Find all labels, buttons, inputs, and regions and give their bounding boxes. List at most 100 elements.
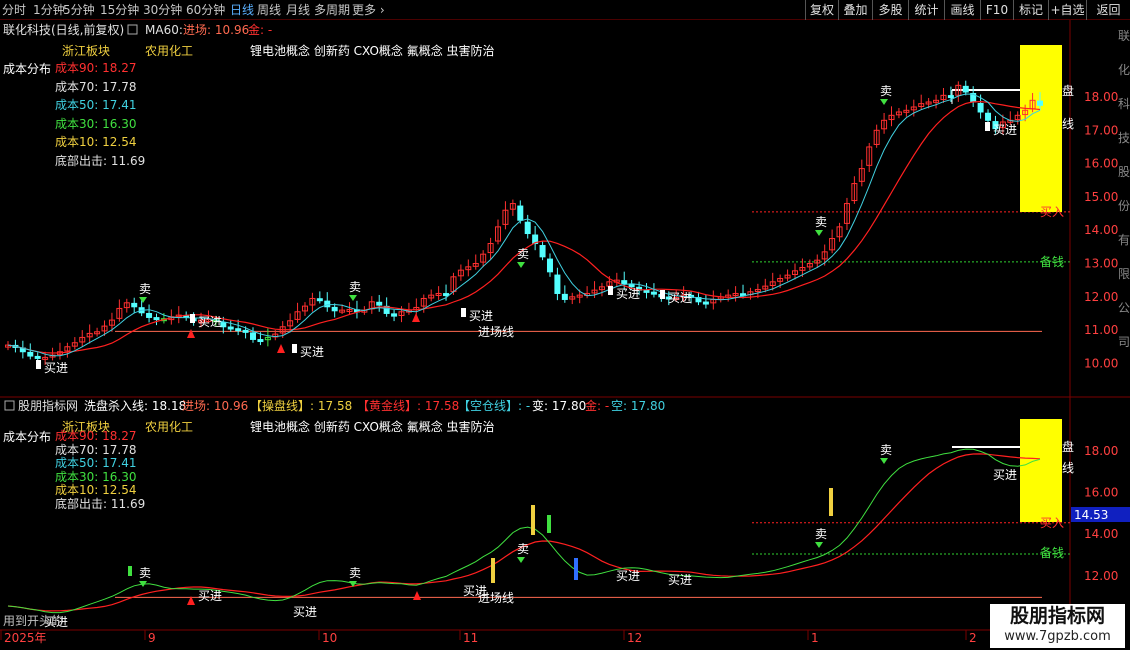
sector-label: 农用化工: [145, 44, 194, 58]
sell-signal-arrow: [815, 230, 823, 236]
buy-signal-label: 买进: [44, 361, 68, 375]
sub-entry-line-label: 进场线: [478, 591, 514, 605]
sub-sell-signal-arrow: [517, 557, 525, 563]
sub-sell-signal-label: 卖: [349, 566, 361, 580]
candle-body: [643, 289, 650, 293]
sub-cost-line-4: 成本10: 12.54: [55, 483, 137, 497]
candle-body: [1037, 100, 1043, 106]
buy-signal-label: 买进: [198, 315, 222, 329]
cost-line-0: 成本90: 18.27: [55, 61, 137, 75]
empty-text: 空: 17.80: [611, 399, 666, 413]
candle-body: [554, 274, 561, 294]
settings-icon: [127, 24, 138, 35]
candle-body: [561, 293, 568, 300]
sub-signal-bar: [531, 505, 535, 535]
right-strip-char: 股: [1118, 165, 1130, 179]
cost-line-1: 成本70: 17.78: [55, 79, 137, 94]
candle-body: [524, 221, 531, 235]
sub-buy-line-label: 买入: [1040, 516, 1064, 530]
buy-signal-marker: [190, 314, 195, 323]
time-axis-label: 2: [969, 631, 977, 645]
sell-signal-arrow: [349, 295, 357, 301]
candle-body: [242, 329, 249, 333]
main-y-tick: 15.00: [1084, 190, 1118, 204]
entry-text: 进场: 10.96: [183, 23, 250, 37]
sub-signal-bar: [829, 488, 833, 516]
bottom-hint: 用到开头的: [3, 614, 64, 628]
candle-body: [27, 351, 34, 357]
candle-body: [257, 339, 264, 343]
time-axis-label: 2025年: [4, 631, 47, 645]
candle-body: [962, 85, 969, 93]
sub-buy-signal-label: 买进: [293, 605, 317, 619]
candle-body: [391, 313, 398, 317]
buy-signal-marker: [660, 290, 665, 299]
sub-buy-signal-label: 买进: [993, 468, 1017, 482]
right-strip-char: 化: [1118, 63, 1130, 77]
price-tag-value: 14.53: [1074, 508, 1108, 522]
candle-body: [539, 245, 546, 258]
right-strip-char: 技: [1118, 131, 1130, 145]
candle-body: [227, 326, 234, 330]
sell-signal-label: 卖: [349, 280, 361, 294]
sub-cost-line-0: 成本90: 18.27: [55, 429, 137, 443]
main-y-tick: 18.00: [1084, 90, 1118, 104]
right-strip-char: 科: [1118, 97, 1130, 111]
watermark-url: www.7gpzb.com: [990, 628, 1125, 648]
sub-cost-line-5: 底部出击: 11.69: [55, 496, 146, 511]
sub-sell-signal-arrow: [880, 458, 888, 464]
ma60-line: [7, 100, 1041, 354]
sell-signal-arrow: [517, 262, 525, 268]
sub-y-tick: 16.00: [1084, 486, 1118, 500]
time-axis-label: 10: [322, 631, 337, 645]
cost-title: 成本分布: [3, 62, 52, 76]
sub-sell-signal-label: 卖: [815, 527, 827, 541]
sub-signal-bar: [547, 515, 551, 533]
indicator-name: 股朋指标网: [18, 399, 79, 413]
operate-text: 【操盘线】: 17.58: [250, 399, 353, 413]
sub-y-tick: 12.00: [1084, 569, 1118, 583]
main-y-tick: 14.00: [1084, 223, 1118, 237]
time-axis-label: 11: [463, 631, 478, 645]
gold-line-text: 【黄金线】: 17.58: [357, 399, 460, 413]
red-up-arrow: [277, 344, 285, 353]
candle-body: [517, 205, 524, 221]
time-axis-label: 12: [627, 631, 642, 645]
candle-body: [947, 95, 954, 99]
time-axis-label: 1: [811, 631, 819, 645]
candle-body: [34, 355, 41, 359]
buy-signal-label: 买进: [300, 345, 324, 359]
yellow-signal-block: [1020, 45, 1062, 212]
buy-signal-marker: [608, 286, 613, 295]
buy-signal-marker: [985, 122, 990, 131]
buy-signal-marker: [461, 308, 466, 317]
sub-sell-signal-arrow: [815, 542, 823, 548]
sub-cost-title: 成本分布: [3, 430, 52, 444]
empty-pos-text: 【空仓线】: -: [458, 399, 531, 413]
candle-body: [376, 301, 383, 306]
red-up-arrow: [412, 313, 420, 322]
right-strip-char: 公: [1118, 301, 1130, 315]
sub-settings-icon: [4, 400, 15, 411]
sub-sell-signal-label: 卖: [517, 542, 529, 556]
sub-concept-list: 锂电池概念 创新药 CXO概念 氟概念 虫害防治: [250, 420, 495, 434]
main-y-tick: 11.00: [1084, 323, 1118, 337]
sub-backup-line-label: 备钱: [1040, 545, 1064, 560]
candle-body: [443, 293, 450, 297]
buy-signal-marker: [36, 360, 41, 369]
candle-body: [324, 300, 331, 308]
gold-text: 金: -: [248, 23, 273, 37]
main-y-tick: 13.00: [1084, 257, 1118, 271]
sell-signal-arrow: [880, 99, 888, 105]
sub-smooth-line: [7, 448, 1041, 614]
time-axis-label: 9: [148, 631, 156, 645]
watermark-brand: 股朋指标网: [990, 604, 1125, 628]
partial-label: 线: [1062, 117, 1074, 131]
sell-signal-arrow: [139, 297, 147, 303]
candle-body: [131, 302, 138, 308]
buy-signal-marker: [292, 344, 297, 353]
sub-gold-text: 金: -: [585, 399, 610, 413]
stock-title: 联化科技(日线,前复权): [3, 23, 125, 37]
candle-body: [546, 258, 553, 273]
sell-signal-label: 卖: [517, 247, 529, 261]
